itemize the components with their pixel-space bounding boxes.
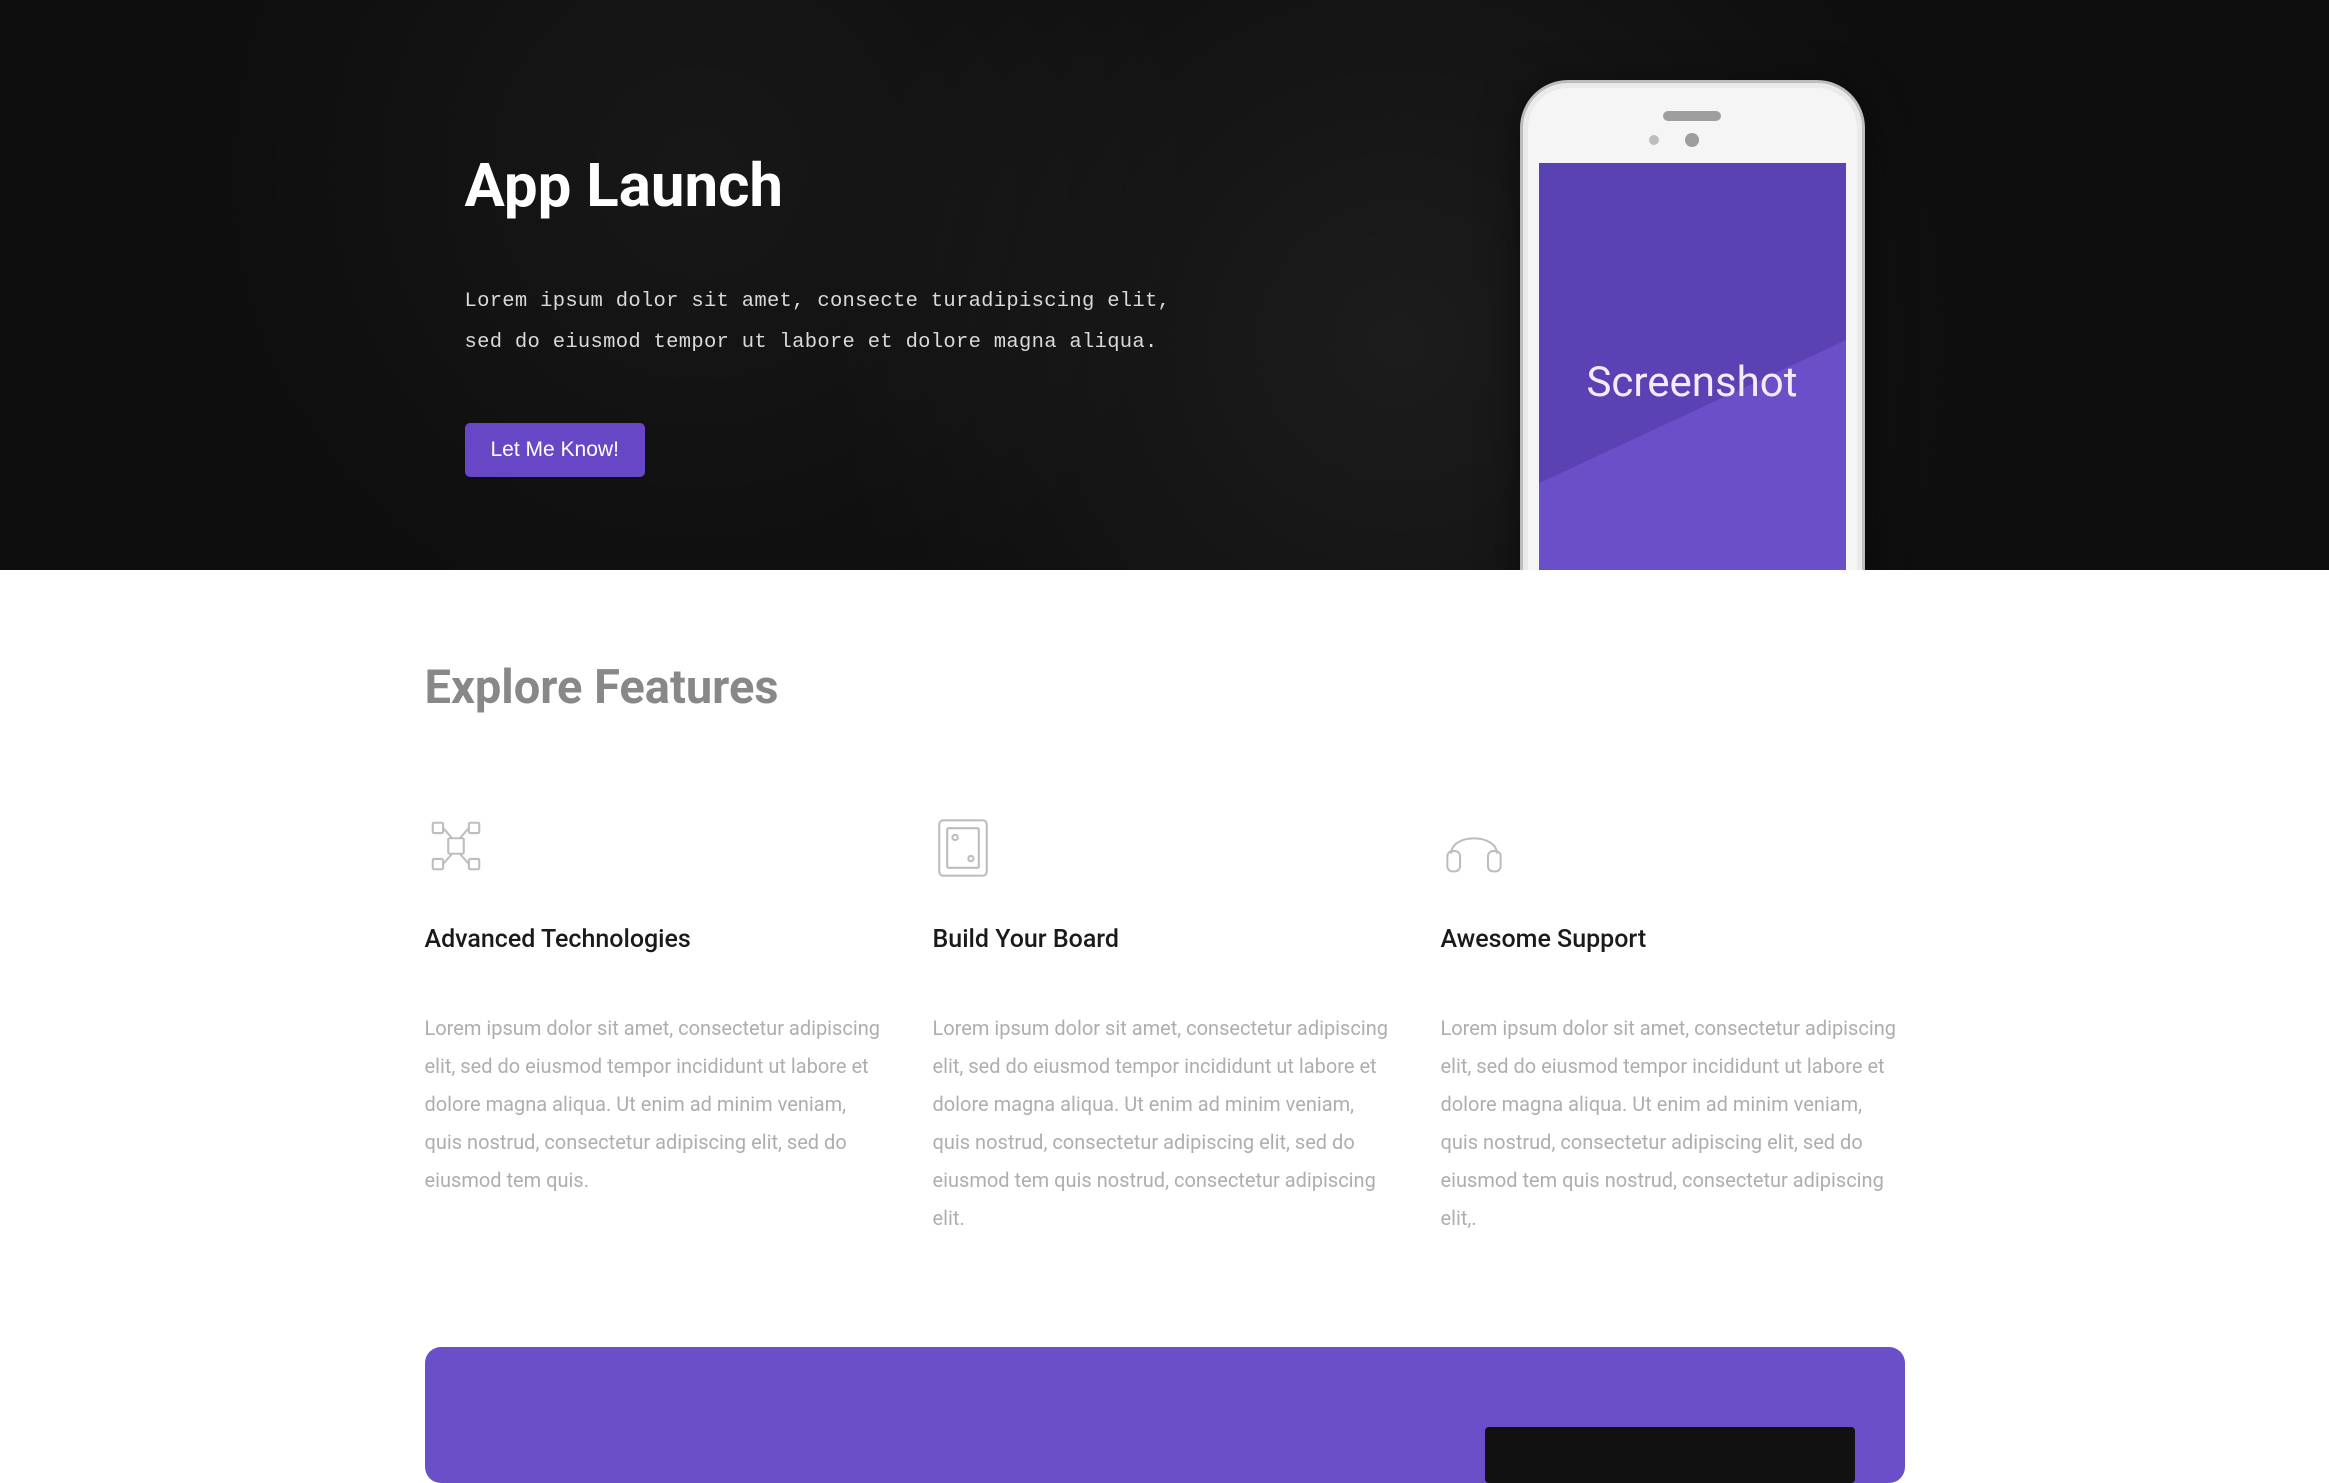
cta-button[interactable]: Let Me Know! (465, 423, 645, 477)
features-section: Explore Features Advan (0, 570, 2329, 1347)
headphones-icon (1441, 815, 1905, 885)
hero-title: App Launch (465, 150, 1245, 221)
phone-screen-text: Screenshot (1586, 358, 1797, 407)
feature-heading: Awesome Support (1441, 925, 1905, 954)
feature-heading: Advanced Technologies (425, 925, 889, 954)
phone-speaker (1663, 111, 1721, 121)
signup-band (425, 1347, 1905, 1483)
phone-camera (1685, 133, 1699, 147)
feature-card: Advanced Technologies Lorem ipsum dolor … (425, 815, 889, 1237)
features-inner: Explore Features Advan (425, 660, 1905, 1237)
features-grid: Advanced Technologies Lorem ipsum dolor … (425, 815, 1905, 1237)
phone-screen: Screenshot (1539, 163, 1846, 570)
phone-sensor-dot (1649, 135, 1659, 145)
features-title: Explore Features (425, 660, 1905, 715)
board-icon (933, 815, 1397, 885)
feature-heading: Build Your Board (933, 925, 1397, 954)
signup-input[interactable] (1485, 1427, 1855, 1483)
hero-inner: App Launch Lorem ipsum dolor sit amet, c… (425, 0, 1905, 570)
feature-body: Lorem ipsum dolor sit amet, consectetur … (425, 1009, 889, 1199)
feature-body: Lorem ipsum dolor sit amet, consectetur … (1441, 1009, 1905, 1237)
phone-mockup: Screenshot (1520, 80, 1865, 570)
feature-body: Lorem ipsum dolor sit amet, consectetur … (933, 1009, 1397, 1237)
feature-card: Build Your Board Lorem ipsum dolor sit a… (933, 815, 1397, 1237)
chip-icon (425, 815, 889, 885)
hero-section: App Launch Lorem ipsum dolor sit amet, c… (0, 0, 2329, 570)
signup-band-wrap (0, 1347, 2329, 1483)
hero-text: App Launch Lorem ipsum dolor sit amet, c… (465, 0, 1245, 477)
feature-card: Awesome Support Lorem ipsum dolor sit am… (1441, 815, 1905, 1237)
hero-description: Lorem ipsum dolor sit amet, consecte tur… (465, 281, 1245, 363)
